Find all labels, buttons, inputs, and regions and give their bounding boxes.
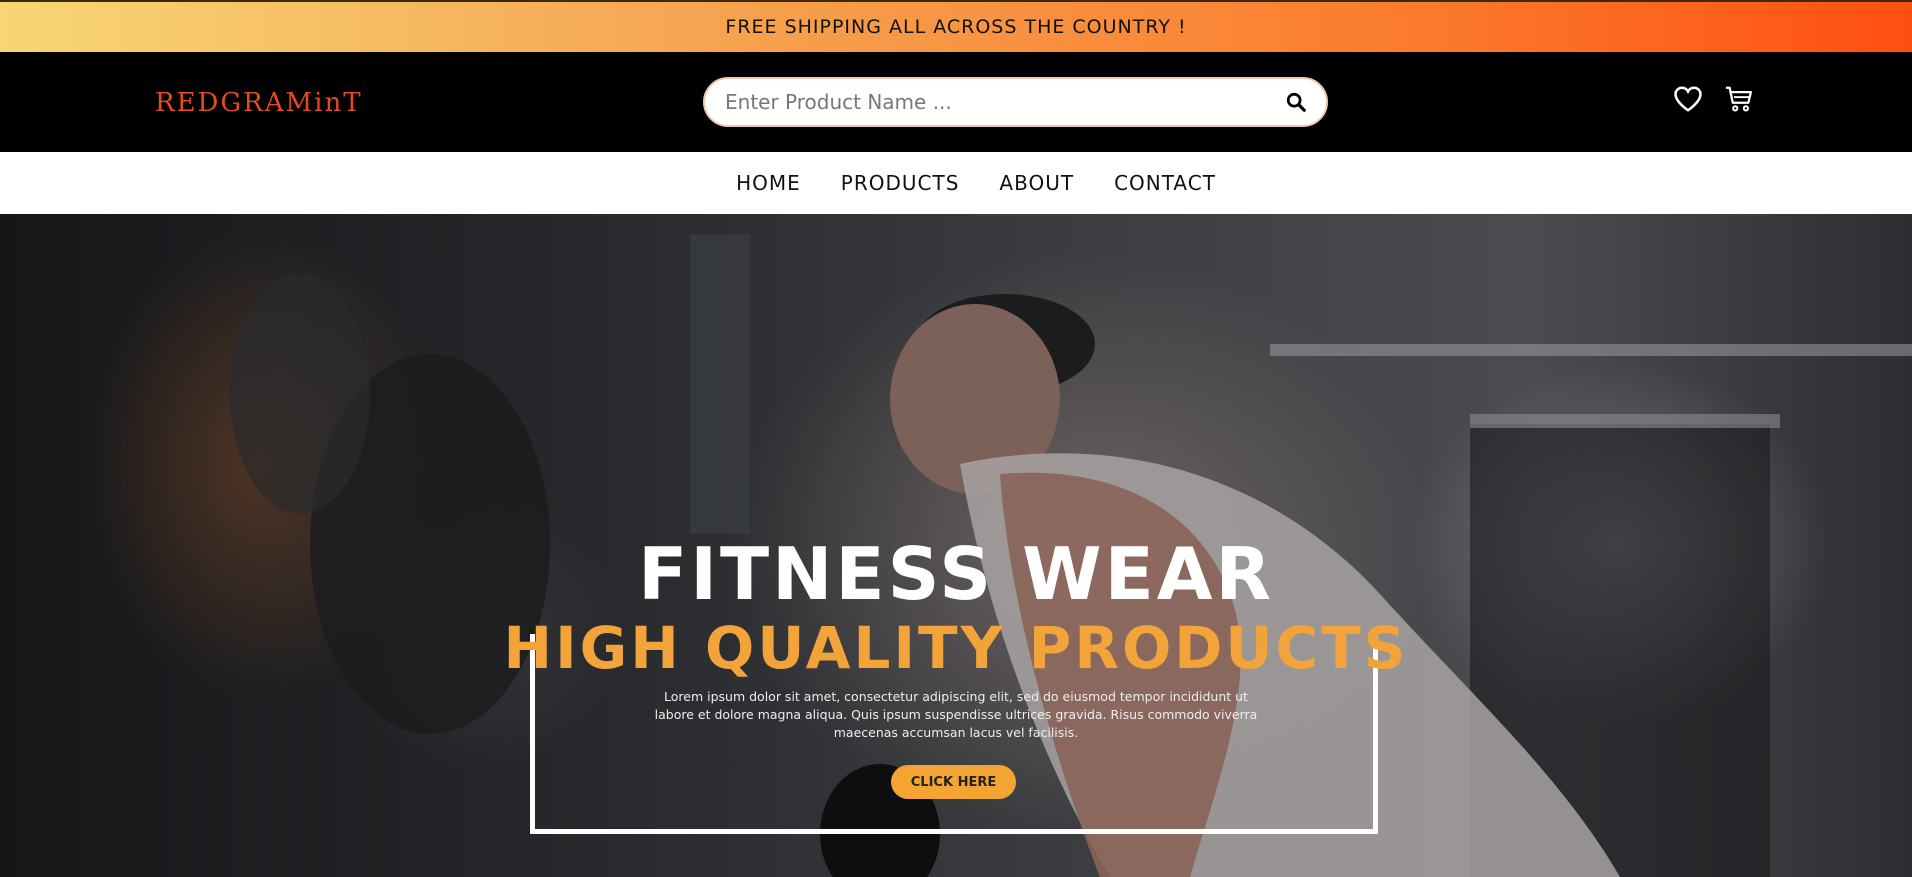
promo-banner: FREE SHIPPING ALL ACROSS THE COUNTRY ! xyxy=(0,0,1912,52)
click-here-button[interactable]: CLICK HERE xyxy=(891,765,1016,799)
search-bar xyxy=(703,77,1328,127)
site-header: REDGRAMinT xyxy=(0,52,1912,152)
search-icon[interactable] xyxy=(1274,80,1318,124)
hero-subtitle: HIGH QUALITY PRODUCTS xyxy=(503,614,1409,682)
hero-banner: FITNESS WEAR HIGH QUALITY PRODUCTS Lorem… xyxy=(0,214,1912,877)
search-input[interactable] xyxy=(705,79,1274,125)
promo-text: FREE SHIPPING ALL ACROSS THE COUNTRY ! xyxy=(725,16,1187,38)
hero-description: Lorem ipsum dolor sit amet, consectetur … xyxy=(654,689,1258,740)
nav-item-products[interactable]: PRODUCTS xyxy=(841,171,960,195)
hero-title: FITNESS WEAR xyxy=(638,532,1274,616)
heart-icon[interactable] xyxy=(1671,82,1705,116)
nav-item-home[interactable]: HOME xyxy=(736,171,801,195)
main-nav: HOME PRODUCTS ABOUT CONTACT xyxy=(0,152,1912,214)
nav-item-about[interactable]: ABOUT xyxy=(999,171,1074,195)
logo[interactable]: REDGRAMinT xyxy=(155,88,363,118)
cart-icon[interactable] xyxy=(1722,82,1756,116)
nav-item-contact[interactable]: CONTACT xyxy=(1114,171,1216,195)
